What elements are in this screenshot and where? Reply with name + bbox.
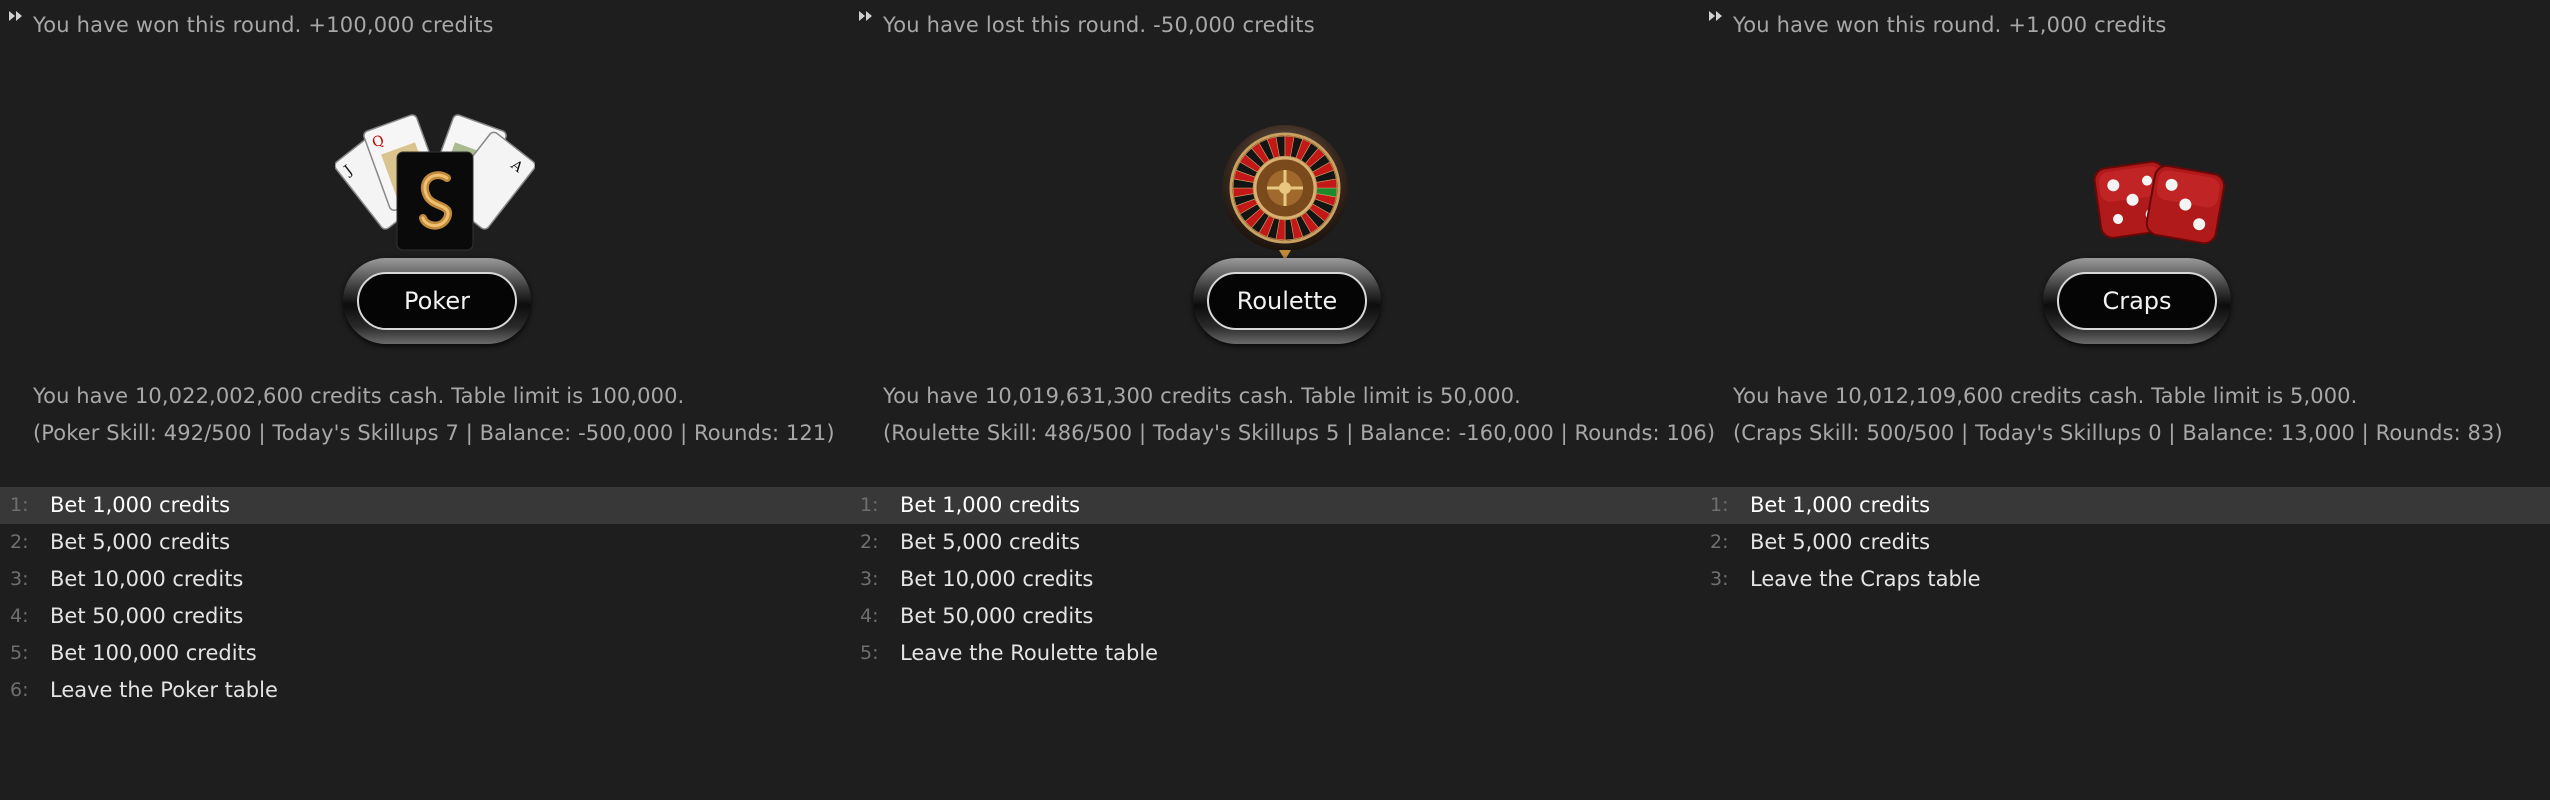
roulette-wheel-icon — [1222, 125, 1348, 260]
table-info: You have 10,019,631,300 credits cash. Ta… — [883, 378, 1715, 452]
menu-number: 2: — [10, 531, 29, 553]
menu-label: Bet 50,000 credits — [50, 604, 244, 628]
menu-number: 4: — [10, 605, 29, 627]
skill-stats-text: (Roulette Skill: 486/500 | Today's Skill… — [883, 421, 1716, 445]
menu-item-leave[interactable]: 5: Leave the Roulette table — [850, 635, 1700, 672]
menu-number: 2: — [1710, 531, 1729, 553]
casino-panels: You have won this round. +100,000 credit… — [0, 0, 2550, 800]
menu-label: Leave the Craps table — [1750, 567, 1981, 591]
bet-menu: 1: Bet 1,000 credits 2: Bet 5,000 credit… — [1700, 487, 2550, 598]
game-label: Roulette — [1236, 287, 1338, 315]
menu-number: 5: — [860, 642, 879, 664]
craps-panel: You have won this round. +1,000 credits — [1700, 0, 2550, 800]
menu-item[interactable]: 5: Bet 100,000 credits — [0, 635, 850, 672]
log-row: You have won this round. +1,000 credits — [1700, 10, 2550, 40]
menu-label: Bet 10,000 credits — [900, 567, 1094, 591]
cash-info-text: You have 10,012,109,600 credits cash. Ta… — [1733, 384, 2358, 408]
menu-number: 3: — [10, 568, 29, 590]
menu-number: 2: — [860, 531, 879, 553]
menu-label: Bet 100,000 credits — [50, 641, 257, 665]
menu-item[interactable]: 4: Bet 50,000 credits — [0, 598, 850, 635]
roulette-panel: You have lost this round. -50,000 credit… — [850, 0, 1715, 800]
menu-number: 6: — [10, 679, 29, 701]
menu-item[interactable]: 1: Bet 1,000 credits — [0, 487, 850, 524]
poker-cards-icon: J Q K A — [335, 114, 535, 251]
menu-item[interactable]: 3: Bet 10,000 credits — [850, 561, 1700, 598]
menu-item[interactable]: 4: Bet 50,000 credits — [850, 598, 1700, 635]
table-info: You have 10,022,002,600 credits cash. Ta… — [33, 378, 835, 452]
menu-label: Bet 5,000 credits — [50, 530, 231, 554]
menu-item[interactable]: 2: Bet 5,000 credits — [1700, 524, 2550, 561]
menu-label: Bet 1,000 credits — [1750, 493, 1931, 517]
button-face: Craps — [2057, 272, 2217, 330]
dice-icon — [2093, 160, 2226, 245]
menu-number: 3: — [1710, 568, 1729, 590]
button-face: Poker — [357, 272, 517, 330]
menu-number: 1: — [10, 494, 29, 516]
menu-item-leave[interactable]: 6: Leave the Poker table — [0, 672, 850, 709]
game-label: Poker — [404, 287, 470, 315]
menu-number: 1: — [1710, 494, 1729, 516]
skill-stats-text: (Craps Skill: 500/500 | Today's Skillups… — [1733, 421, 2503, 445]
menu-number: 1: — [860, 494, 879, 516]
fast-forward-icon — [1709, 11, 1722, 21]
cash-info-text: You have 10,019,631,300 credits cash. Ta… — [883, 384, 1521, 408]
menu-item-leave[interactable]: 3: Leave the Craps table — [1700, 561, 2550, 598]
menu-label: Bet 1,000 credits — [900, 493, 1081, 517]
menu-label: Bet 50,000 credits — [900, 604, 1094, 628]
cash-info-text: You have 10,022,002,600 credits cash. Ta… — [33, 384, 685, 408]
poker-panel: You have won this round. +100,000 credit… — [0, 0, 850, 800]
table-info: You have 10,012,109,600 credits cash. Ta… — [1733, 378, 2503, 452]
button-face: Roulette — [1207, 272, 1367, 330]
menu-item[interactable]: 2: Bet 5,000 credits — [0, 524, 850, 561]
craps-table-button[interactable]: Craps — [2043, 258, 2231, 344]
bet-menu: 1: Bet 1,000 credits 2: Bet 5,000 credit… — [0, 487, 850, 709]
menu-number: 4: — [860, 605, 879, 627]
log-row: You have won this round. +100,000 credit… — [0, 10, 850, 40]
menu-item[interactable]: 1: Bet 1,000 credits — [850, 487, 1700, 524]
menu-item[interactable]: 3: Bet 10,000 credits — [0, 561, 850, 598]
menu-item[interactable]: 2: Bet 5,000 credits — [850, 524, 1700, 561]
round-result-text: You have won this round. +100,000 credit… — [33, 13, 494, 37]
menu-label: Leave the Poker table — [50, 678, 278, 702]
game-label: Craps — [2102, 287, 2172, 315]
menu-label: Bet 5,000 credits — [1750, 530, 1931, 554]
round-result-text: You have lost this round. -50,000 credit… — [883, 13, 1315, 37]
poker-table-button[interactable]: Poker — [343, 258, 531, 344]
menu-label: Bet 1,000 credits — [50, 493, 231, 517]
round-result-text: You have won this round. +1,000 credits — [1733, 13, 2167, 37]
skill-stats-text: (Poker Skill: 492/500 | Today's Skillups… — [33, 421, 835, 445]
log-row: You have lost this round. -50,000 credit… — [850, 10, 1700, 40]
menu-item[interactable]: 1: Bet 1,000 credits — [1700, 487, 2550, 524]
bet-menu: 1: Bet 1,000 credits 2: Bet 5,000 credit… — [850, 487, 1700, 672]
fast-forward-icon — [859, 11, 872, 21]
menu-label: Bet 5,000 credits — [900, 530, 1081, 554]
menu-number: 5: — [10, 642, 29, 664]
fast-forward-icon — [9, 11, 22, 21]
menu-label: Leave the Roulette table — [900, 641, 1159, 665]
menu-number: 3: — [860, 568, 879, 590]
menu-label: Bet 10,000 credits — [50, 567, 244, 591]
roulette-table-button[interactable]: Roulette — [1193, 258, 1381, 344]
